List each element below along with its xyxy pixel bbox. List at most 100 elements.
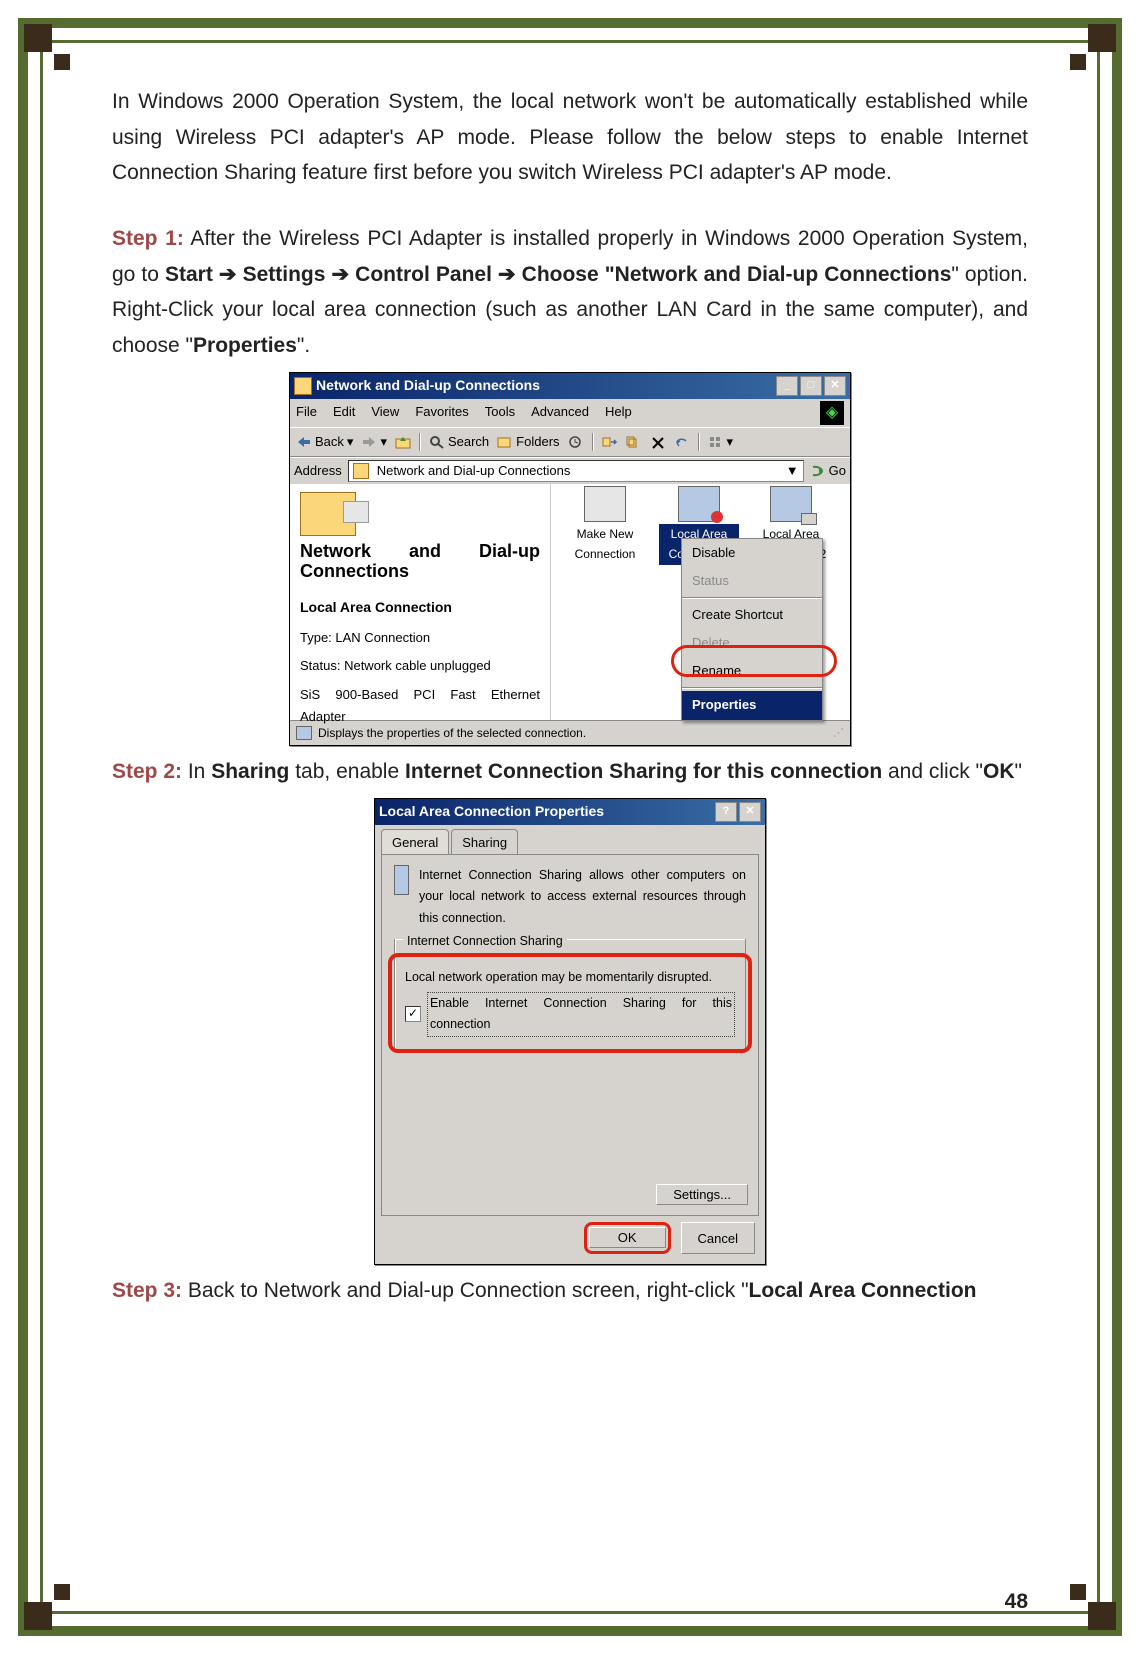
ctx-properties[interactable]: Properties bbox=[682, 691, 822, 719]
network-connection-icon bbox=[678, 486, 720, 522]
properties-titlebar[interactable]: Local Area Connection Properties ? ✕ bbox=[375, 799, 765, 825]
step-1-paragraph: Step 1: After the Wireless PCI Adapter i… bbox=[112, 221, 1028, 364]
ok-button[interactable]: OK bbox=[589, 1227, 666, 1248]
folder-icon bbox=[294, 377, 312, 395]
help-button[interactable]: ? bbox=[715, 802, 737, 822]
network-small-icon bbox=[296, 726, 312, 740]
up-button[interactable] bbox=[395, 435, 411, 449]
step-2-text4: " bbox=[1015, 760, 1022, 783]
up-folder-icon bbox=[395, 435, 411, 449]
corner-box-inner bbox=[54, 1584, 70, 1600]
network-share-icon bbox=[394, 865, 409, 895]
highlight-ics-annotation bbox=[388, 953, 752, 1053]
make-new-connection-icon bbox=[584, 486, 626, 522]
status-text: Displays the properties of the selected … bbox=[318, 723, 586, 743]
throbber-icon: ◈ bbox=[820, 401, 844, 425]
step-1-label: Step 1: bbox=[112, 227, 184, 250]
arrow-icon: ➔ bbox=[498, 263, 516, 286]
search-button[interactable]: Search bbox=[429, 431, 489, 453]
tab-general[interactable]: General bbox=[381, 829, 449, 854]
explorer-icon-area[interactable]: Make New Connection Local Area Connectio… bbox=[551, 484, 850, 720]
ctx-separator bbox=[682, 597, 822, 599]
panel-title: Network and Dial-up Connections bbox=[300, 542, 540, 582]
path-network-connections: Choose "Network and Dial-up Connections bbox=[522, 263, 952, 286]
window-title: Network and Dial-up Connections bbox=[316, 374, 540, 398]
intro-paragraph: In Windows 2000 Operation System, the lo… bbox=[112, 84, 1028, 191]
toolbar: Back ▾ ▾ Search Folders bbox=[290, 427, 850, 457]
corner-box bbox=[24, 24, 52, 52]
close-button[interactable]: ✕ bbox=[739, 802, 761, 822]
ctx-disable[interactable]: Disable bbox=[682, 539, 822, 567]
menu-advanced[interactable]: Advanced bbox=[531, 401, 589, 425]
maximize-button[interactable]: □ bbox=[800, 376, 822, 396]
corner-box bbox=[1088, 1602, 1116, 1630]
corner-box bbox=[1088, 24, 1116, 52]
tab-strip: General Sharing bbox=[375, 825, 765, 854]
delete-icon[interactable] bbox=[650, 435, 666, 449]
go-button[interactable]: Go bbox=[810, 460, 846, 482]
step-2-paragraph: Step 2: In Sharing tab, enable Internet … bbox=[112, 754, 1028, 790]
highlight-properties-annotation bbox=[671, 645, 837, 677]
address-label: Address bbox=[294, 460, 342, 482]
go-label: Go bbox=[829, 460, 846, 482]
ctx-separator bbox=[682, 687, 822, 689]
address-input[interactable]: Network and Dial-up Connections ▼ bbox=[348, 460, 804, 482]
highlight-ok-annotation: OK bbox=[584, 1222, 671, 1254]
back-arrow-icon bbox=[296, 435, 312, 449]
history-button[interactable] bbox=[568, 435, 584, 449]
corner-box-inner bbox=[1070, 1584, 1086, 1600]
views-button[interactable]: ▾ bbox=[708, 431, 734, 453]
copy-to-icon[interactable] bbox=[626, 435, 642, 449]
type-line: Type: LAN Connection bbox=[300, 627, 540, 649]
menu-edit[interactable]: Edit bbox=[333, 401, 355, 425]
forward-button[interactable]: ▾ bbox=[361, 431, 387, 453]
tab-sharing[interactable]: Sharing bbox=[451, 829, 518, 854]
menu-view[interactable]: View bbox=[371, 401, 399, 425]
folders-icon bbox=[497, 435, 513, 449]
step-2-text2: tab, enable bbox=[289, 760, 405, 783]
dialog-button-row: OK Cancel bbox=[375, 1222, 765, 1264]
step-2-text3: and click " bbox=[882, 760, 983, 783]
menu-favorites[interactable]: Favorites bbox=[415, 401, 468, 425]
explorer-left-panel: Network and Dial-up Connections Local Ar… bbox=[290, 484, 551, 720]
make-new-connection-label: Make New Connection bbox=[565, 524, 645, 565]
network-connection-icon bbox=[770, 486, 812, 522]
status-line: Status: Network cable unplugged bbox=[300, 655, 540, 677]
back-button[interactable]: Back ▾ bbox=[296, 431, 353, 453]
lac-phrase: Local Area Connection bbox=[749, 1279, 977, 1302]
address-bar: Address Network and Dial-up Connections … bbox=[290, 457, 850, 484]
address-value: Network and Dial-up Connections bbox=[377, 460, 571, 482]
undo-icon[interactable] bbox=[674, 435, 690, 449]
step-2-text: In bbox=[182, 760, 211, 783]
toolbar-separator bbox=[419, 433, 421, 451]
make-new-connection-item[interactable]: Make New Connection bbox=[565, 486, 645, 565]
toolbar-separator bbox=[592, 433, 594, 451]
sharing-description-text: Internet Connection Sharing allows other… bbox=[419, 865, 746, 929]
close-button[interactable]: ✕ bbox=[824, 376, 846, 396]
path-start: Start bbox=[165, 263, 213, 286]
page-content: In Windows 2000 Operation System, the lo… bbox=[112, 84, 1028, 1584]
folders-label: Folders bbox=[516, 431, 559, 453]
sharing-word: Sharing bbox=[211, 760, 289, 783]
groupbox-title: Internet Connection Sharing bbox=[403, 931, 567, 952]
minimize-button[interactable]: _ bbox=[776, 376, 798, 396]
resize-grip-icon[interactable]: ⋰ bbox=[833, 724, 844, 743]
menu-file[interactable]: File bbox=[296, 401, 317, 425]
search-label: Search bbox=[448, 431, 489, 453]
move-to-icon[interactable] bbox=[602, 435, 618, 449]
ics-phrase: Internet Connection Sharing for this con… bbox=[405, 760, 882, 783]
explorer-titlebar[interactable]: Network and Dial-up Connections _ □ ✕ bbox=[290, 373, 850, 399]
go-arrow-icon bbox=[810, 464, 826, 478]
settings-button[interactable]: Settings... bbox=[656, 1184, 748, 1205]
dropdown-arrow-icon[interactable]: ▼ bbox=[786, 460, 799, 482]
menu-tools[interactable]: Tools bbox=[485, 401, 515, 425]
folder-icon bbox=[353, 463, 369, 479]
menu-help[interactable]: Help bbox=[605, 401, 632, 425]
folders-button[interactable]: Folders bbox=[497, 431, 559, 453]
ctx-create-shortcut[interactable]: Create Shortcut bbox=[682, 601, 822, 629]
step-1-text3: ". bbox=[297, 334, 310, 357]
ctx-status: Status bbox=[682, 567, 822, 595]
cancel-button[interactable]: Cancel bbox=[681, 1222, 755, 1254]
path-control-panel: Control Panel bbox=[355, 263, 492, 286]
forward-arrow-icon bbox=[361, 435, 377, 449]
